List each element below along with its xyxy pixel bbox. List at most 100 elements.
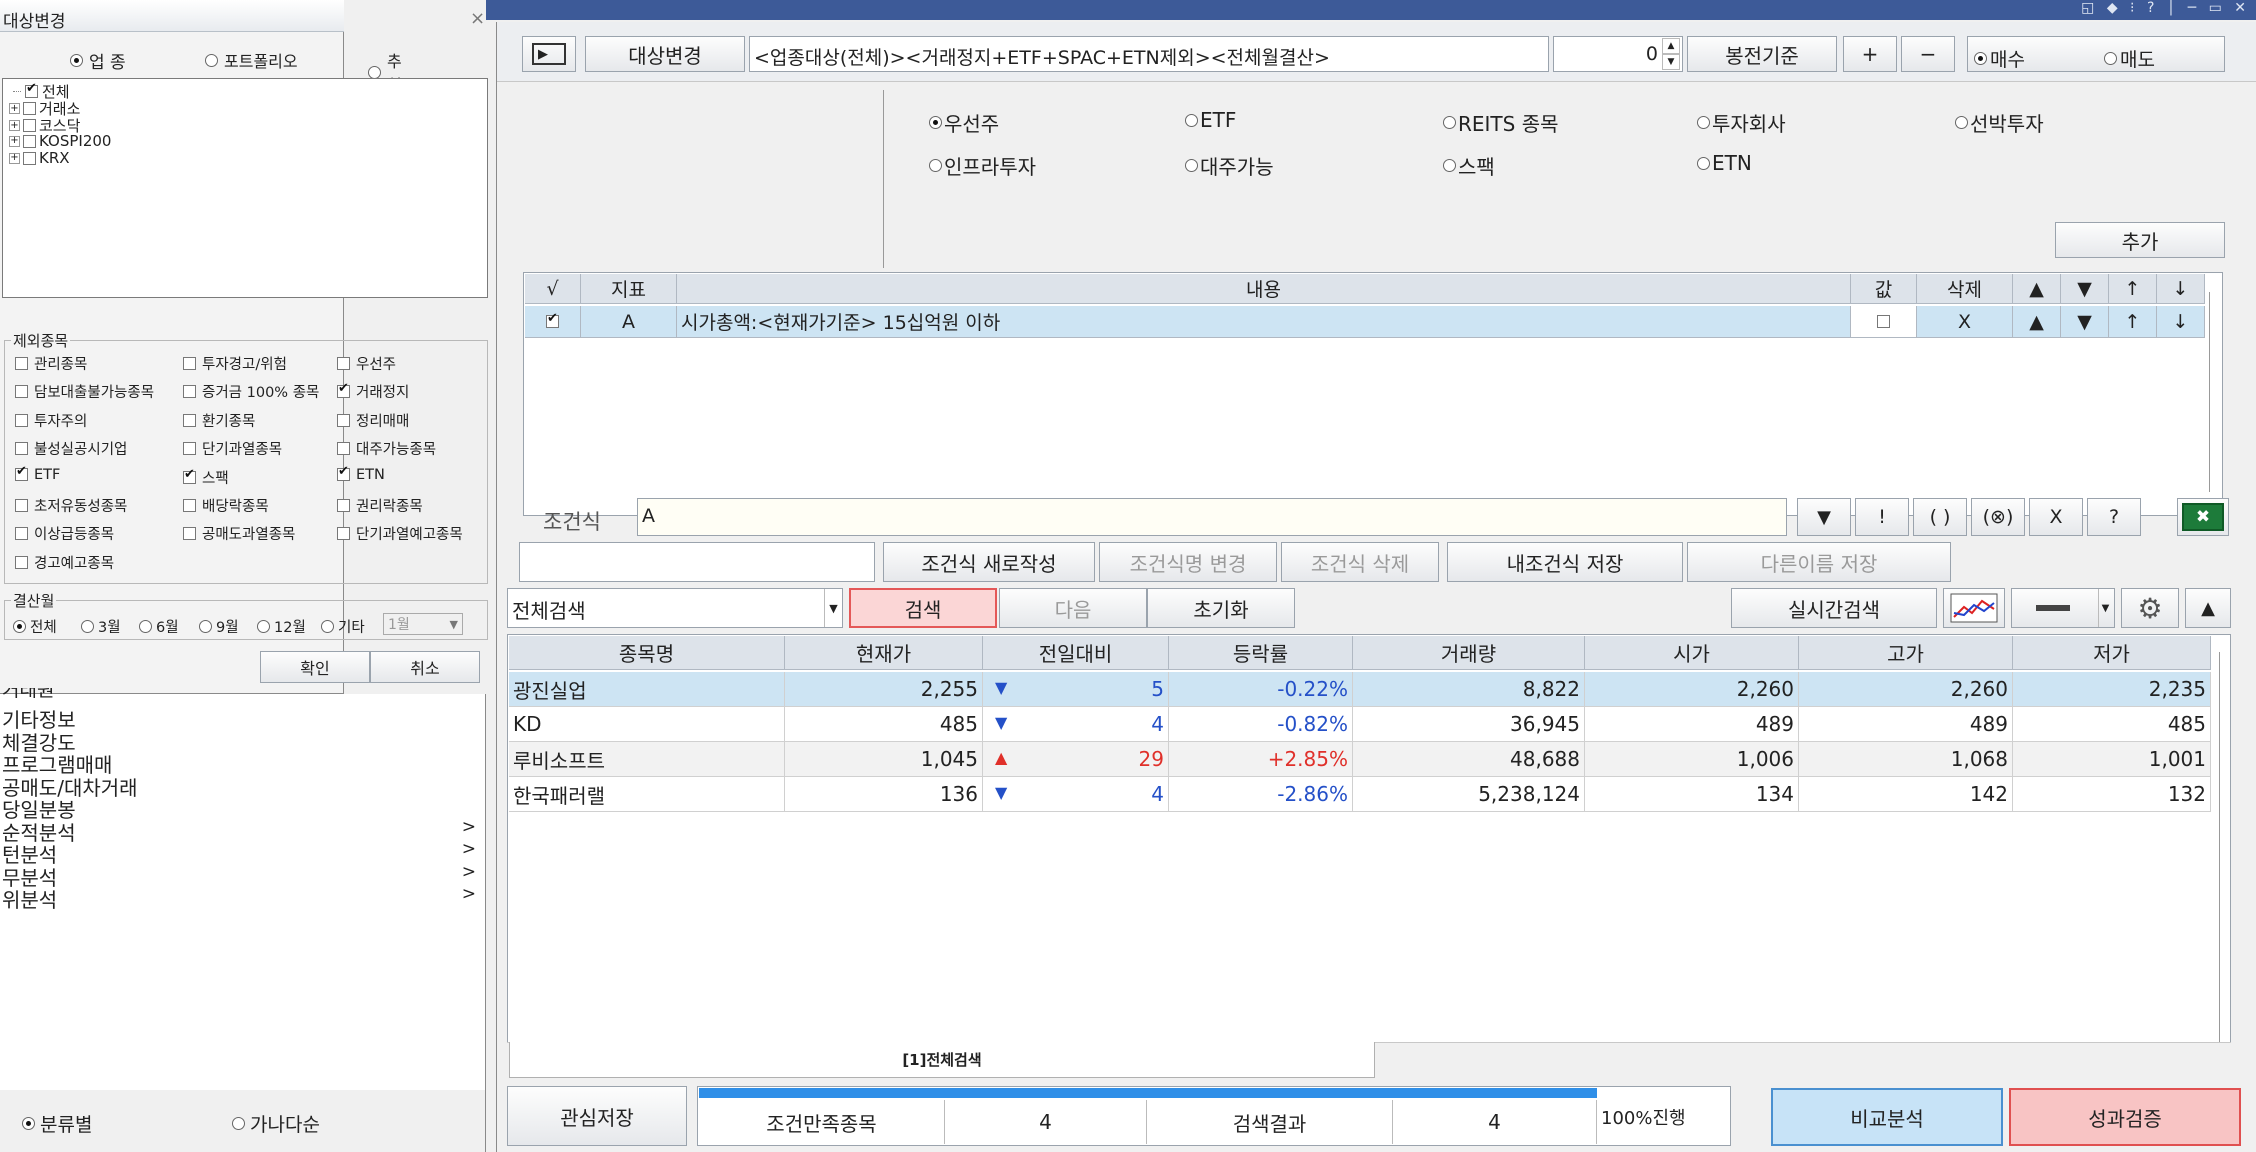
arrow-down-icon[interactable]: ↓ [2157,306,2205,338]
condition-delete-button[interactable]: X [1917,306,2013,338]
radio-sell[interactable]: 매도 [2104,45,2155,72]
exclude-checkbox[interactable]: ETN [337,464,385,483]
settle-radio-dot[interactable] [321,620,334,633]
radio-upjong[interactable]: 업 종 [70,48,126,73]
new-formula-button[interactable]: 조건식 새로작성 [883,542,1095,582]
type-option-dot[interactable] [929,116,942,129]
save-my-formula-button[interactable]: 내조건식 저장 [1447,542,1683,582]
candle-spin-input[interactable]: 0 ▲ ▼ [1553,36,1683,72]
exclude-checkbox-box[interactable] [337,413,350,427]
exclude-checkbox[interactable]: 관리종목 [15,353,87,374]
settle-month-select[interactable]: 1월 ▼ [383,613,463,635]
exclude-checkbox[interactable]: 단기과열예고종목 [337,523,463,544]
exclude-checkbox-box[interactable] [15,385,28,399]
triangle-up-icon[interactable]: ▲ [2013,306,2061,338]
save-as-button[interactable]: 다른이름 저장 [1687,542,1951,582]
settle-radio[interactable]: 9월 [199,616,239,637]
exclude-checkbox-box[interactable] [15,357,28,370]
rename-formula-button[interactable]: 조건식명 변경 [1099,542,1277,582]
left-menu-item[interactable]: 기타정보 [0,704,482,732]
results-scrollbar[interactable] [2219,652,2225,1042]
exclude-checkbox[interactable]: 단기과열종목 [183,438,282,459]
tree-root-checkbox[interactable] [25,81,38,98]
condition-row-checkbox[interactable] [546,311,559,328]
target-change-button[interactable]: 대상변경 [585,36,745,72]
expand-plus-icon[interactable]: + [9,152,20,164]
left-menu-item[interactable]: 무분석 > [0,862,482,890]
type-option-radio[interactable]: 선박투자 [1955,108,2044,137]
settle-radio[interactable]: 12월 [257,616,306,637]
tree-item-checkbox[interactable] [23,102,36,115]
results-header-cell[interactable]: 종목명 [509,636,785,670]
exclude-checkbox-box[interactable] [183,385,196,399]
add-button[interactable]: 추가 [2055,222,2225,258]
radio-by-category[interactable]: 분류별 [22,1110,92,1137]
settle-radio[interactable]: 전체 [13,616,57,637]
exclude-checkbox[interactable]: 경고예고종목 [15,552,114,573]
settle-radio-dot[interactable] [199,620,212,633]
tree-item-checkbox[interactable] [23,151,36,165]
type-option-dot[interactable] [1185,159,1198,172]
formula-op-button[interactable]: ! [1855,498,1909,536]
next-button[interactable]: 다음 [999,588,1147,628]
exclude-checkbox-box[interactable] [15,555,28,569]
formula-op-button[interactable]: X [2029,498,2083,536]
exclude-checkbox-box[interactable] [337,464,350,482]
reset-button[interactable]: 초기화 [1147,588,1295,628]
exclude-checkbox[interactable]: 투자주의 [15,410,87,431]
type-option-dot[interactable] [929,159,942,172]
type-option-radio[interactable]: 스팩 [1443,151,1495,180]
formula-op-button[interactable]: ( ) [1913,498,1967,536]
save-interest-button[interactable]: 관심저장 [507,1086,687,1146]
exclude-checkbox[interactable]: 환기종목 [183,410,255,431]
results-header-cell[interactable]: 시가 [1585,636,1799,670]
type-option-dot[interactable] [1697,156,1710,170]
triangle-down-icon[interactable]: ▼ [2061,306,2109,338]
tree-item-checkbox[interactable] [23,119,36,132]
left-menu-item[interactable]: 턴분석 > [0,839,482,867]
radio-portfolio[interactable]: 포트폴리오 [205,48,298,72]
candle-basis-button[interactable]: 봉전기준 [1687,36,1837,72]
settle-radio-dot[interactable] [13,620,26,633]
type-option-dot[interactable] [1697,116,1710,129]
exclude-checkbox[interactable]: 투자경고/위험 [183,353,287,374]
search-button[interactable]: 검색 [849,588,997,628]
tree-item[interactable]: + KRX [9,149,70,167]
left-menu-item[interactable]: 체결강도 [0,727,482,755]
target-text-field[interactable]: <업종대상(전체)><거래정지+ETF+SPAC+ETN제외><전체월결산> [749,36,1549,72]
formula-input[interactable]: A [637,498,1787,536]
exclude-checkbox[interactable]: 우선주 [337,353,396,374]
table-row[interactable]: 광진실업 2,255 5 ▼ -0.22% 8,822 2,260 2,260 2,235 [509,672,2211,707]
tab-all-search[interactable]: [1]전체검색 [509,1042,1375,1078]
cancel-button[interactable]: 취소 [370,651,480,683]
delete-formula-button[interactable]: 조건식 삭제 [1281,542,1439,582]
exclude-checkbox-box[interactable] [183,413,196,427]
results-header-cell[interactable]: 거래량 [1353,636,1585,670]
collapse-button[interactable]: ▲ [2185,588,2231,628]
condition-content-cell[interactable]: 시가총액:<현재가기준> 15십억원 이하 [677,306,1851,338]
left-menu-item[interactable]: 당일분봉 [0,794,482,822]
performance-verify-button[interactable]: 성과검증 [2009,1088,2241,1146]
ok-button[interactable]: 확인 [260,651,370,683]
minus-button[interactable]: − [1901,36,1955,72]
compare-analysis-button[interactable]: 비교분석 [1771,1088,2003,1146]
expand-plus-icon[interactable]: + [9,135,20,147]
exclude-checkbox-box[interactable] [337,442,350,456]
results-header-cell[interactable]: 등락률 [1169,636,1353,670]
exclude-checkbox-box[interactable] [183,442,196,456]
results-header-cell[interactable]: 현재가 [785,636,983,670]
left-menu-item[interactable]: 위분석 > [0,884,482,912]
exclude-checkbox-box[interactable] [337,499,350,512]
formula-op-button[interactable]: ? [2087,498,2141,536]
chart-button[interactable] [1943,588,2005,628]
exclude-checkbox-box[interactable] [183,467,196,484]
arrow-up-icon[interactable]: ↑ [2109,306,2157,338]
exclude-checkbox[interactable]: 배당락종목 [183,495,269,516]
table-row[interactable]: 한국패러랠 136 4 ▼ -2.86% 5,238,124 134 142 132 [509,777,2211,812]
type-option-radio[interactable]: ETN [1697,151,1752,175]
expand-plus-icon[interactable]: + [9,103,20,114]
exclude-checkbox[interactable]: 초저유동성종목 [15,495,127,516]
exclude-checkbox-box[interactable] [183,527,196,541]
exclude-checkbox-box[interactable] [183,499,196,512]
type-option-dot[interactable] [1185,113,1198,127]
